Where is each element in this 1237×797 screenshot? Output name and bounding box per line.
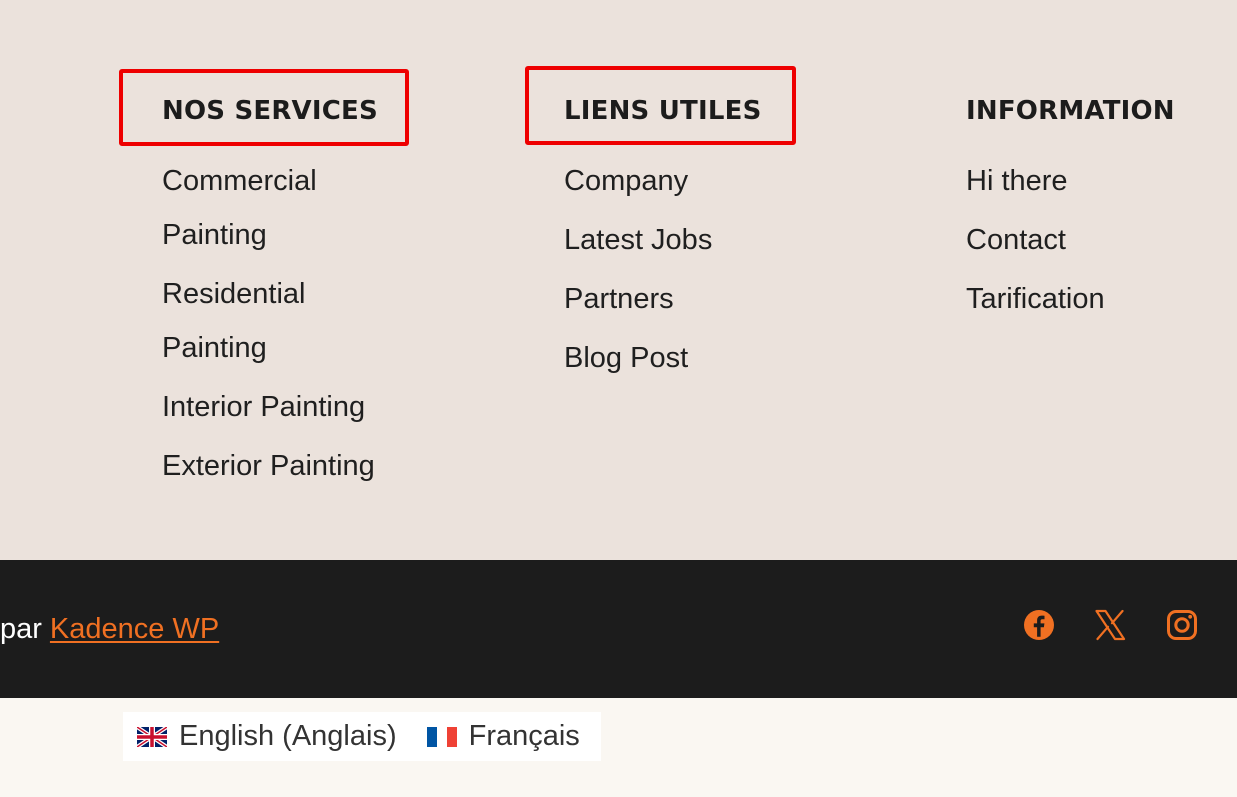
uk-flag-icon [137, 726, 167, 747]
footer-link-tarification[interactable]: Tarification [966, 272, 1105, 326]
footer-link-interior-painting[interactable]: Interior Painting [162, 380, 382, 434]
column-heading-information: INFORMATION [966, 96, 1175, 126]
services-link-list: Commercial Painting Residential Painting… [162, 154, 382, 498]
x-twitter-icon[interactable] [1093, 608, 1127, 642]
footer-link-residential-painting[interactable]: Residential Painting [162, 267, 382, 375]
footer-link-commercial-painting[interactable]: Commercial Painting [162, 154, 382, 262]
language-switcher: English (Anglais) Français [123, 712, 601, 761]
footer-link-hi-there[interactable]: Hi there [966, 154, 1105, 208]
facebook-icon[interactable] [1022, 608, 1056, 642]
information-link-list: Hi there Contact Tarification [966, 154, 1105, 331]
footer-link-contact[interactable]: Contact [966, 213, 1105, 267]
footer-link-partners[interactable]: Partners [564, 272, 712, 326]
footer-link-latest-jobs[interactable]: Latest Jobs [564, 213, 712, 267]
language-label-english: English (Anglais) [179, 720, 397, 752]
footer-link-company[interactable]: Company [564, 154, 712, 208]
useful-link-list: Company Latest Jobs Partners Blog Post [564, 154, 712, 390]
france-flag-icon [426, 726, 457, 747]
footer-widgets: NOS SERVICES Commercial Painting Residen… [0, 0, 1237, 560]
highlight-box-services [119, 69, 409, 146]
footer-link-blog-post[interactable]: Blog Post [564, 331, 712, 385]
kadence-wp-link[interactable]: Kadence WP [50, 613, 219, 646]
footer-credit: par Kadence WP [0, 560, 219, 698]
footer-link-exterior-painting[interactable]: Exterior Painting [162, 439, 382, 493]
credit-prefix: par [0, 612, 42, 645]
footer-bar: par Kadence WP [0, 560, 1237, 698]
language-option-english[interactable]: English (Anglais) [137, 720, 397, 753]
instagram-icon[interactable] [1165, 608, 1199, 642]
language-option-french[interactable]: Français [426, 720, 580, 753]
highlight-box-useful-links [525, 66, 796, 145]
language-label-french: Français [468, 720, 580, 752]
